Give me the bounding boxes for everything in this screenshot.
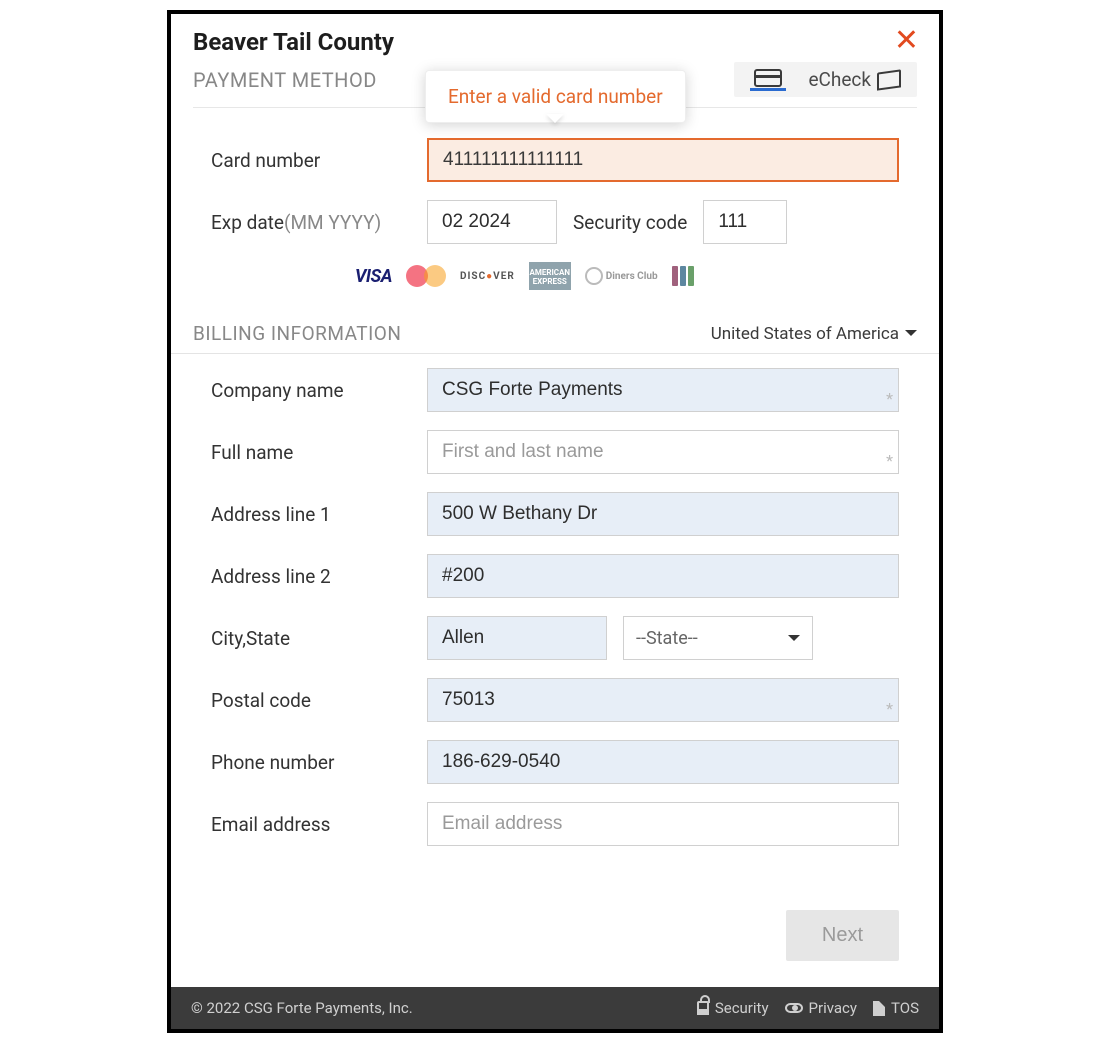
company-label: Company name [211, 379, 427, 402]
security-code-input[interactable] [703, 200, 787, 244]
company-input[interactable] [427, 368, 899, 412]
email-label: Email address [211, 813, 427, 836]
state-placeholder: --State-- [636, 628, 698, 649]
chevron-down-icon [905, 330, 917, 342]
card-number-label: Card number [211, 149, 427, 172]
state-select[interactable]: --State-- [623, 616, 813, 660]
dialog-footer: © 2022 CSG Forte Payments, Inc. Security… [171, 987, 939, 1029]
security-code-label: Security code [573, 211, 687, 234]
phone-label: Phone number [211, 751, 427, 774]
close-icon[interactable]: ✕ [894, 26, 919, 56]
billing-section-header: BILLING INFORMATION United States of Ame… [171, 322, 939, 354]
visa-logo-icon: VISA [355, 263, 392, 289]
tab-card[interactable] [750, 69, 786, 91]
echeck-icon [877, 71, 901, 89]
country-select[interactable]: United States of America [711, 324, 917, 344]
payment-dialog: ✕ Beaver Tail County PAYMENT METHOD eChe… [167, 10, 943, 1033]
addr1-label: Address line 1 [211, 503, 427, 526]
merchant-title: Beaver Tail County [193, 28, 917, 56]
tab-echeck[interactable]: eCheck [808, 68, 901, 91]
payment-method-tabs: eCheck [734, 62, 917, 97]
amex-logo-icon: AMERICANEXPRESS [529, 262, 571, 290]
validation-tooltip: Enter a valid card number [425, 70, 686, 123]
phone-input[interactable] [427, 740, 899, 784]
next-button[interactable]: Next [786, 910, 899, 961]
mastercard-logo-icon [406, 263, 446, 289]
jcb-logo-icon [672, 263, 694, 289]
exp-date-input[interactable] [427, 200, 557, 244]
postal-label: Postal code [211, 689, 427, 712]
accepted-card-brands: VISA DISC●VER AMERICANEXPRESS Diners Clu… [355, 262, 899, 290]
diners-logo-icon: Diners Club [585, 263, 658, 289]
document-icon [873, 1001, 885, 1016]
payment-fields: Card number Exp date(MM YYYY) Security c… [171, 108, 939, 322]
chevron-down-icon [788, 635, 800, 647]
eye-icon [785, 1003, 803, 1013]
tos-link[interactable]: TOS [873, 999, 919, 1017]
billing-fields: Company name Full name Address line 1 Ad… [171, 368, 939, 874]
copyright-text: © 2022 CSG Forte Payments, Inc. [191, 999, 413, 1017]
billing-title: BILLING INFORMATION [193, 322, 401, 345]
city-input[interactable] [427, 616, 607, 660]
exp-date-label: Exp date(MM YYYY) [211, 211, 427, 234]
addr2-label: Address line 2 [211, 565, 427, 588]
security-link[interactable]: Security [697, 999, 769, 1017]
section-payment-method: PAYMENT METHOD [193, 68, 377, 92]
email-input[interactable] [427, 802, 899, 846]
privacy-link[interactable]: Privacy [785, 999, 857, 1017]
postal-input[interactable] [427, 678, 899, 722]
addr2-input[interactable] [427, 554, 899, 598]
fullname-label: Full name [211, 441, 427, 464]
fullname-input[interactable] [427, 430, 899, 474]
lock-icon [697, 1001, 709, 1015]
card-number-input[interactable] [427, 138, 899, 182]
tab-echeck-label: eCheck [808, 68, 871, 91]
addr1-input[interactable] [427, 492, 899, 536]
country-selected-label: United States of America [711, 324, 899, 344]
credit-card-icon [754, 69, 782, 87]
discover-logo-icon: DISC●VER [460, 263, 515, 289]
citystate-label: City,State [211, 627, 427, 650]
